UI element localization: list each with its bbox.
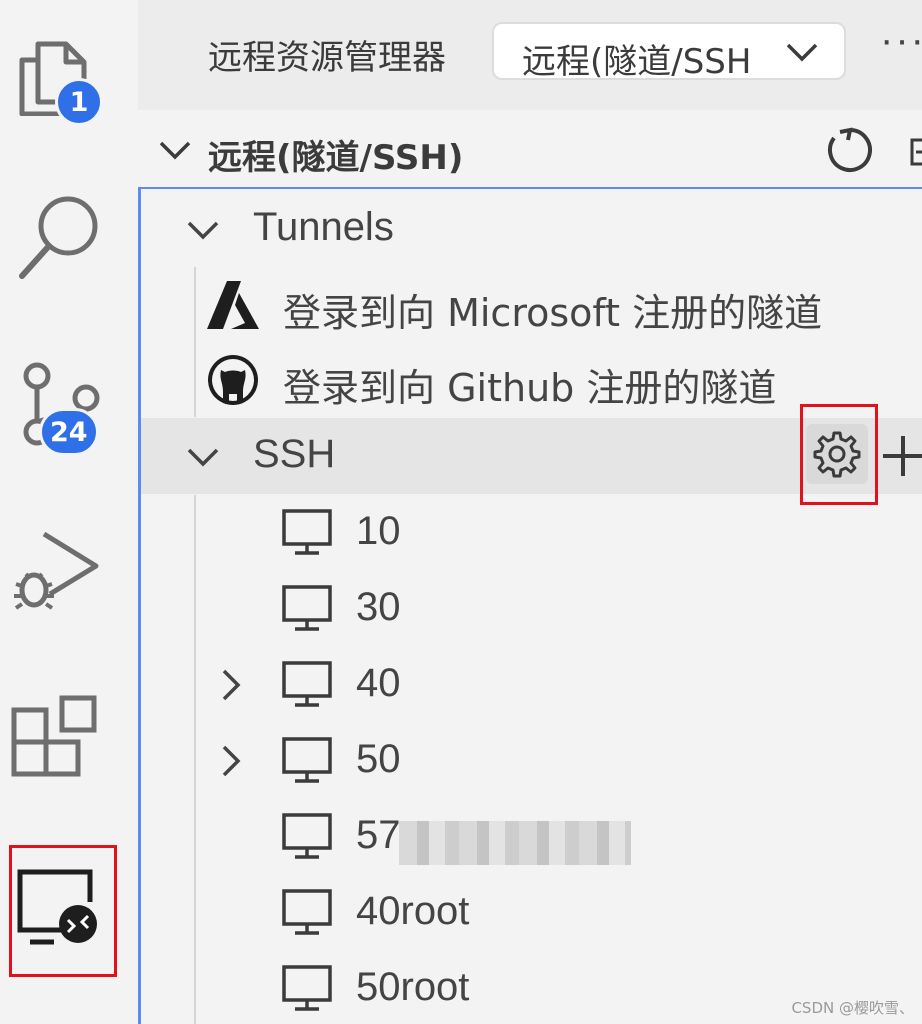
section-title: 远程(隧道/SSH) [208, 138, 464, 178]
monitor-icon [282, 661, 332, 707]
activity-extensions[interactable] [0, 692, 138, 792]
tree-item-label: 登录到向 Github 注册的隧道 [283, 366, 777, 410]
remote-explorer-panel: 远程资源管理器 远程(隧道/SSH ··· 远程(隧道/SSH) Tunnels… [138, 0, 922, 1024]
refresh-icon[interactable] [826, 126, 874, 174]
tree-group-label: Tunnels [253, 205, 394, 249]
azure-icon [207, 281, 259, 329]
chevron-right-icon [222, 669, 241, 701]
activity-source-control[interactable]: 24 [0, 360, 138, 460]
remote-tree: Tunnels 登录到向 Microsoft 注册的隧道 登录到向 Github… [138, 187, 922, 1024]
source-control-badge: 24 [39, 408, 99, 456]
ssh-host-item[interactable]: 50 [141, 723, 922, 799]
ssh-host-label: 50root [356, 965, 470, 1009]
extensions-icon [11, 695, 97, 777]
github-icon [208, 355, 258, 405]
ssh-host-item[interactable]: 30 [141, 571, 922, 647]
tree-group-tunnels[interactable]: Tunnels [141, 191, 922, 267]
monitor-icon [282, 889, 332, 935]
chevron-down-icon [786, 43, 818, 62]
remote-explorer-highlight [9, 845, 117, 977]
ssh-host-label: 40 [356, 661, 401, 705]
chevron-down-icon [159, 141, 191, 160]
panel-title: 远程资源管理器 [208, 38, 446, 78]
tree-item-microsoft-tunnel[interactable]: 登录到向 Microsoft 注册的隧道 [141, 267, 922, 343]
obscured-host-label [399, 821, 631, 865]
activity-run-debug[interactable] [0, 528, 138, 628]
ssh-host-label: 30 [356, 585, 401, 629]
ssh-host-label: 50 [356, 737, 401, 781]
chevron-down-icon [187, 221, 219, 240]
panel-header: 远程资源管理器 远程(隧道/SSH ··· [138, 0, 922, 110]
ssh-host-label: 57 [356, 813, 401, 857]
vscode-window: 1 24 远程资源管理器 远程(隧道/SSH ··· 远程(隧道/SSH) Tu… [0, 0, 922, 1024]
remote-type-select-value: 远程(隧道/SSH [522, 42, 752, 80]
monitor-icon [282, 585, 332, 631]
chevron-right-icon [222, 745, 241, 777]
ssh-host-label: 40root [356, 889, 470, 933]
search-icon [19, 196, 98, 279]
activity-explorer[interactable]: 1 [0, 20, 138, 126]
activity-bar: 1 24 [0, 0, 138, 1024]
section-header[interactable]: 远程(隧道/SSH) [138, 114, 922, 186]
ssh-config-highlight [800, 404, 878, 505]
watermark: CSDN @樱吹雪、 [791, 999, 914, 1017]
monitor-icon [282, 509, 332, 555]
explorer-badge: 1 [55, 78, 103, 126]
remote-type-select[interactable]: 远程(隧道/SSH [492, 22, 846, 80]
collapse-all-icon[interactable] [908, 132, 922, 172]
monitor-icon [282, 737, 332, 783]
chevron-down-icon [187, 448, 219, 467]
ssh-host-label: 10 [356, 509, 401, 553]
tree-group-label: SSH [253, 432, 336, 476]
activity-search[interactable] [0, 190, 138, 290]
ssh-host-item[interactable]: 40root [141, 875, 922, 951]
add-icon[interactable] [881, 434, 922, 478]
tree-item-label: 登录到向 Microsoft 注册的隧道 [283, 291, 823, 335]
monitor-icon [282, 965, 332, 1011]
ssh-host-item[interactable]: 40 [141, 647, 922, 723]
ssh-host-item[interactable]: 10 [141, 495, 922, 571]
run-debug-icon [14, 531, 99, 610]
more-actions-button[interactable]: ··· [880, 18, 922, 63]
monitor-icon [282, 813, 332, 859]
